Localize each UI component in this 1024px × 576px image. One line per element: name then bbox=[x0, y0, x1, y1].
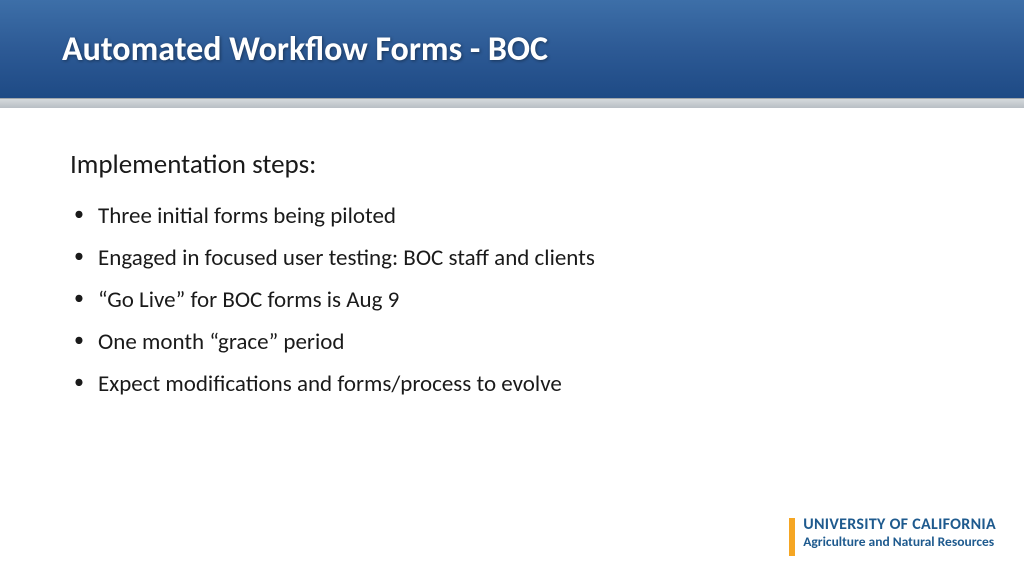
header-divider bbox=[0, 98, 1024, 108]
list-item: One month “grace” period bbox=[98, 327, 954, 358]
bullet-list: Three initial forms being piloted Engage… bbox=[70, 201, 954, 400]
logo-university-name: UNIVERSITY OF CALIFORNIA bbox=[803, 516, 996, 534]
list-item: “Go Live” for BOC forms is Aug 9 bbox=[98, 285, 954, 316]
slide-header: Automated Workflow Forms - BOC bbox=[0, 0, 1024, 98]
list-item: Expect modifications and forms/process t… bbox=[98, 369, 954, 400]
logo-accent-bar bbox=[789, 518, 795, 556]
slide-title: Automated Workflow Forms - BOC bbox=[62, 29, 548, 70]
slide-content: Implementation steps: Three initial form… bbox=[0, 108, 1024, 400]
section-heading: Implementation steps: bbox=[70, 148, 954, 181]
list-item: Engaged in focused user testing: BOC sta… bbox=[98, 243, 954, 274]
list-item: Three initial forms being piloted bbox=[98, 201, 954, 232]
footer-logo: UNIVERSITY OF CALIFORNIA Agriculture and… bbox=[789, 516, 996, 556]
logo-text: UNIVERSITY OF CALIFORNIA Agriculture and… bbox=[803, 516, 996, 550]
logo-department-name: Agriculture and Natural Resources bbox=[803, 534, 996, 550]
